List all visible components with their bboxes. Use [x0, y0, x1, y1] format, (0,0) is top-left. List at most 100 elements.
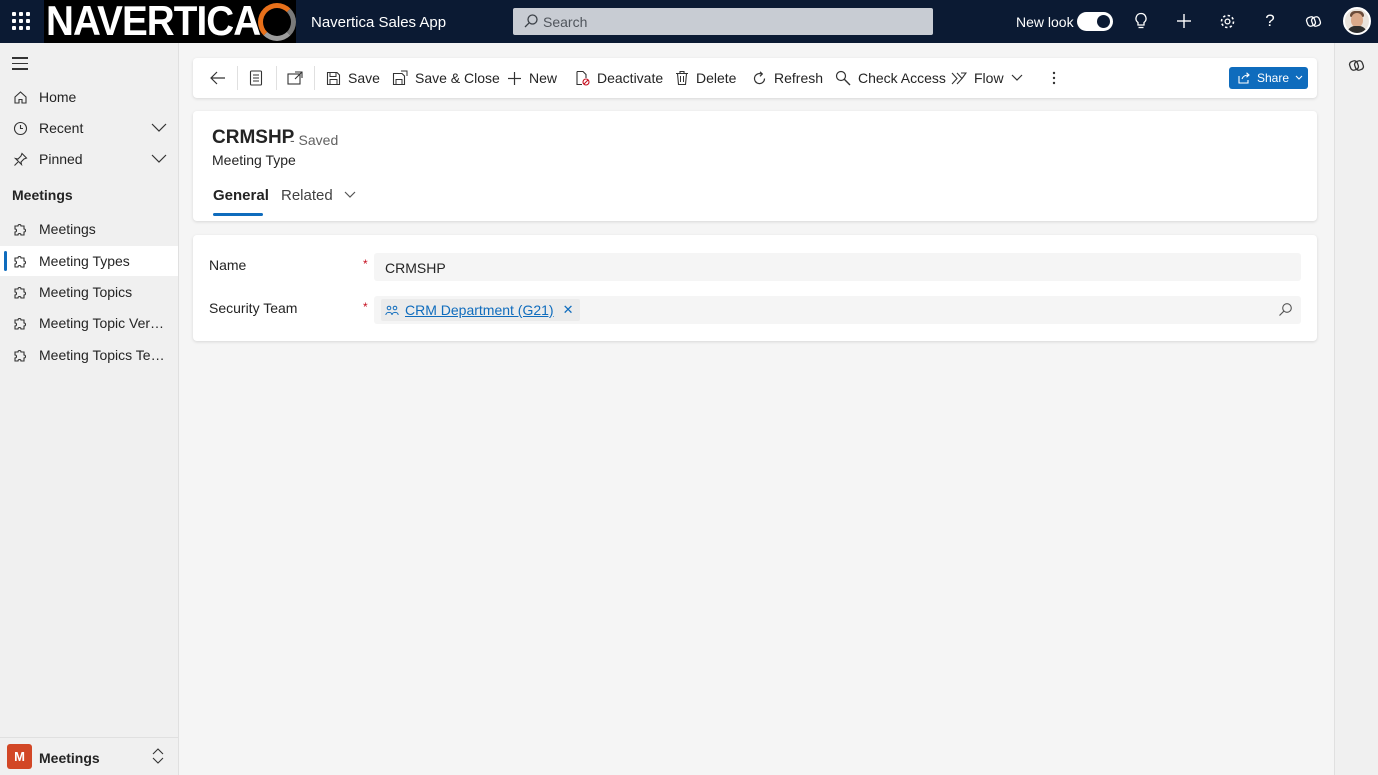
share-button[interactable]: Share	[1229, 67, 1308, 89]
chevron-down-icon[interactable]	[151, 152, 167, 164]
puzzle-icon	[12, 253, 28, 269]
new-look-label: New look	[1016, 14, 1074, 30]
area-label: Meetings	[39, 750, 100, 766]
tab-general[interactable]: General	[213, 187, 269, 204]
hamburger-menu-icon[interactable]	[12, 57, 28, 74]
sidebar-item-pinned[interactable]: Pinned	[0, 144, 178, 174]
more-commands-button[interactable]	[1052, 58, 1063, 98]
chevron-down-icon	[1011, 74, 1023, 81]
check-access-label: Check Access	[858, 70, 946, 86]
new-button[interactable]: New	[507, 58, 557, 98]
navertica-logo[interactable]: NAVERTICA	[44, 0, 296, 43]
sidebar-item-label: Home	[39, 89, 77, 105]
chevron-down-icon	[1295, 75, 1303, 80]
name-field[interactable]	[374, 253, 1301, 281]
lookup-selected-tag[interactable]: CRM Department (G21) ✕	[381, 299, 580, 321]
active-tab-indicator	[213, 213, 263, 216]
sidebar-item-meeting-topics[interactable]: Meeting Topics	[0, 277, 178, 307]
new-look-toggle[interactable]	[1077, 12, 1113, 31]
remove-tag-icon[interactable]: ✕	[563, 302, 574, 318]
search-input[interactable]	[543, 11, 923, 32]
lightbulb-icon[interactable]	[1131, 11, 1151, 31]
sidebar-item-label: Meeting Topics Temp...	[39, 347, 171, 363]
trash-icon	[676, 70, 688, 86]
sidebar-item-home[interactable]: Home	[0, 82, 178, 112]
puzzle-icon	[12, 315, 28, 331]
puzzle-icon	[12, 221, 28, 237]
open-new-window-button[interactable]	[287, 58, 310, 98]
home-icon	[12, 89, 28, 105]
check-access-button[interactable]: Check Access	[835, 58, 946, 98]
save-close-button[interactable]: Save & Close	[392, 58, 500, 98]
sidebar-item-meetings[interactable]: Meetings	[0, 214, 178, 244]
top-bar: NAVERTICA Navertica Sales App New look ?	[0, 0, 1378, 43]
area-badge: M	[7, 744, 32, 769]
puzzle-icon	[12, 284, 28, 300]
sidebar-item-meeting-topics-templates[interactable]: Meeting Topics Temp...	[0, 340, 178, 370]
team-icon	[385, 305, 399, 315]
sidebar-item-recent[interactable]: Recent	[0, 113, 178, 143]
save-label: Save	[348, 70, 380, 86]
flow-button[interactable]: Flow	[951, 58, 1004, 98]
settings-icon[interactable]	[1217, 11, 1237, 31]
copilot-icon[interactable]	[1303, 11, 1323, 31]
chevron-up-down-icon[interactable]	[151, 747, 165, 765]
plus-icon	[508, 71, 521, 85]
delete-label: Delete	[696, 70, 737, 86]
record-header: CRMSHP - Saved Meeting Type General Rela…	[193, 111, 1317, 221]
search-icon[interactable]	[1278, 302, 1293, 317]
app-title[interactable]: Navertica Sales App	[311, 14, 446, 31]
security-team-link[interactable]: CRM Department (G21)	[405, 302, 554, 318]
refresh-icon	[753, 70, 766, 84]
sidebar-item-meeting-topic-versions[interactable]: Meeting Topic Versio...	[0, 308, 178, 338]
sidebar-section-title: Meetings	[12, 187, 73, 203]
save-icon	[326, 71, 341, 85]
search-icon	[524, 14, 538, 28]
waffle-icon[interactable]	[12, 12, 30, 30]
flow-label: Flow	[974, 70, 1004, 86]
sidebar-item-label: Meeting Types	[39, 253, 130, 269]
sidebar-item-meeting-types[interactable]: Meeting Types	[0, 246, 178, 276]
record-title: CRMSHP	[212, 127, 295, 148]
sitemap-sidebar: Home Recent Pinned Meetings Meetings Mee…	[0, 43, 179, 775]
sidebar-item-label: Meeting Topic Versio...	[39, 315, 171, 331]
puzzle-icon	[12, 347, 28, 363]
more-vertical-icon	[1052, 71, 1056, 85]
right-side-pane	[1334, 43, 1378, 775]
flow-icon	[951, 71, 967, 84]
area-switcher[interactable]: M Meetings	[0, 737, 178, 775]
back-arrow-icon	[210, 71, 225, 85]
tab-related[interactable]: Related	[281, 187, 357, 204]
command-bar: Save Save & Close New Deactivate Delete …	[193, 58, 1317, 98]
deactivate-button[interactable]: Deactivate	[575, 58, 663, 98]
magnifier-icon	[835, 70, 851, 86]
share-label: Share	[1257, 71, 1290, 85]
general-section: Name * Security Team * CRM Department (G…	[193, 235, 1317, 341]
form-view-button[interactable]	[249, 58, 270, 98]
copilot-icon[interactable]	[1348, 57, 1365, 74]
tab-related-label: Related	[281, 187, 333, 204]
name-field-label: Name	[209, 257, 247, 273]
record-entity-name: Meeting Type	[212, 152, 296, 168]
save-button[interactable]: Save	[326, 58, 380, 98]
flow-dropdown-button[interactable]	[1010, 58, 1031, 98]
security-team-lookup[interactable]: CRM Department (G21) ✕	[374, 296, 1301, 324]
user-avatar[interactable]	[1343, 7, 1371, 35]
record-save-status: - Saved	[290, 132, 339, 148]
delete-button[interactable]: Delete	[675, 58, 736, 98]
new-label: New	[529, 70, 558, 86]
chevron-down-icon[interactable]	[151, 121, 167, 133]
deactivate-icon	[576, 70, 590, 86]
required-marker: *	[363, 300, 368, 314]
plus-icon[interactable]	[1174, 11, 1194, 31]
refresh-button[interactable]: Refresh	[752, 58, 823, 98]
pop-out-icon	[287, 71, 303, 85]
global-search[interactable]	[513, 8, 933, 35]
clock-icon	[12, 120, 28, 136]
refresh-label: Refresh	[774, 70, 824, 86]
name-input[interactable]	[385, 258, 1265, 278]
share-icon	[1238, 72, 1250, 84]
pin-icon	[12, 151, 28, 167]
help-icon[interactable]: ?	[1260, 11, 1280, 31]
back-button[interactable]	[210, 58, 233, 98]
